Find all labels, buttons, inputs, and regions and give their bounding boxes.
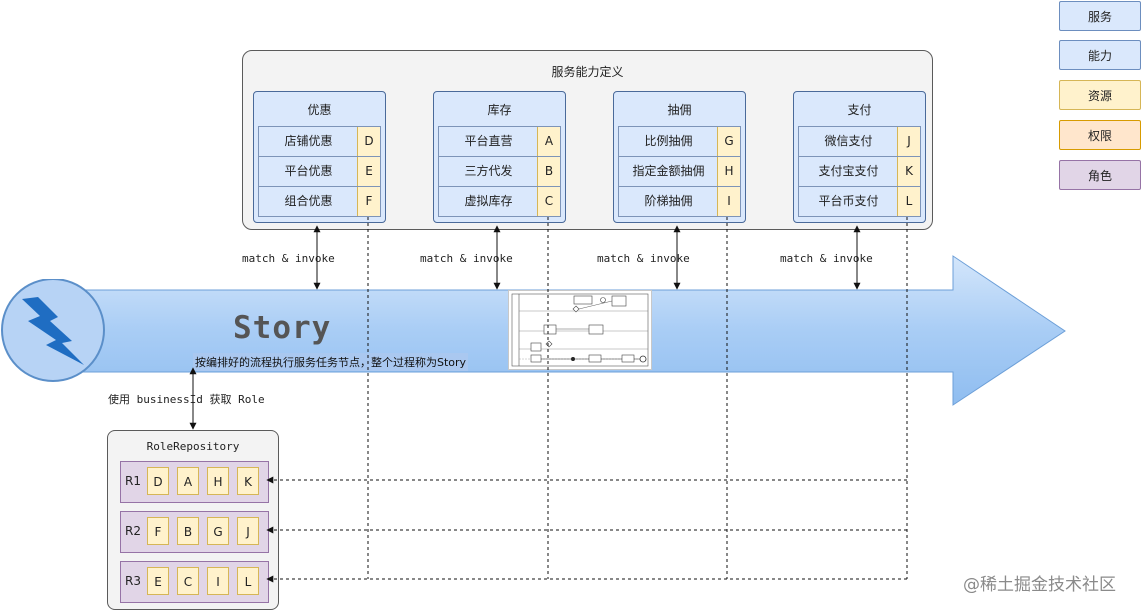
service-card-commission: 抽佣 比例抽佣 G 指定金额抽佣 H 阶梯抽佣 I [613, 91, 746, 223]
legend-role: 角色 [1059, 160, 1141, 190]
bpmn-diagram-image [511, 293, 649, 367]
role-resource: H [207, 467, 229, 495]
role-row-r2: R2 F B G J [120, 511, 269, 553]
role-repository: RoleRepository R1 D A H K R2 F B G J R3 … [107, 430, 279, 610]
legend-permission: 权限 [1059, 120, 1141, 150]
capability-label: 三方代发 [464, 164, 513, 178]
legend-resource: 资源 [1059, 80, 1141, 110]
resource-code: K [897, 157, 920, 186]
capability-label: 支付宝支付 [818, 164, 879, 178]
match-invoke-label: match & invoke [420, 252, 513, 265]
resource-code: D [357, 127, 380, 156]
role-resource: L [237, 567, 259, 595]
role-row-r3: R3 E C I L [120, 561, 269, 603]
resource-code: J [897, 127, 920, 156]
capability-row: 三方代发 B [438, 156, 561, 187]
role-resource: F [147, 517, 169, 545]
legend-service: 服务 [1059, 1, 1141, 31]
role-resource: D [147, 467, 169, 495]
role-row-r1: R1 D A H K [120, 461, 269, 503]
legend-capability: 能力 [1059, 40, 1141, 70]
match-invoke-label: match & invoke [780, 252, 873, 265]
capability-label: 微信支付 [824, 134, 873, 148]
capability-row: 阶梯抽佣 I [618, 186, 741, 217]
container-title: 服务能力定义 [551, 65, 624, 79]
capability-row: 比例抽佣 G [618, 126, 741, 157]
capability-row: 微信支付 J [798, 126, 921, 157]
resource-code: C [537, 187, 560, 216]
capability-label: 虚拟库存 [464, 194, 513, 208]
lightning-bolt-icon [1, 279, 105, 382]
lookup-role-label: 使用 businessId 获取 Role [108, 393, 265, 406]
capability-label: 组合优惠 [284, 194, 333, 208]
role-resource: J [237, 517, 259, 545]
match-invoke-label: match & invoke [242, 252, 335, 265]
capability-row: 组合优惠 F [258, 186, 381, 217]
service-name: 优惠 [307, 103, 332, 117]
capability-label: 阶梯抽佣 [644, 194, 693, 208]
role-id: R2 [125, 524, 141, 538]
service-card-payment: 支付 微信支付 J 支付宝支付 K 平台币支付 L [793, 91, 926, 223]
service-card-discount: 优惠 店铺优惠 D 平台优惠 E 组合优惠 F [253, 91, 386, 223]
story-title: Story [233, 310, 332, 346]
capability-label: 店铺优惠 [284, 134, 333, 148]
repository-title: RoleRepository [146, 440, 240, 453]
service-name: 支付 [847, 103, 872, 117]
resource-code: L [897, 187, 920, 216]
capability-row: 指定金额抽佣 H [618, 156, 741, 187]
capability-label: 比例抽佣 [644, 134, 693, 148]
capability-label: 指定金额抽佣 [632, 164, 705, 178]
role-resource: E [147, 567, 169, 595]
service-name: 抽佣 [667, 103, 692, 117]
service-name: 库存 [487, 103, 512, 117]
service-capability-container: 服务能力定义 优惠 店铺优惠 D 平台优惠 E 组合优惠 F 库存 平台直营 A 三方代… [242, 50, 933, 230]
role-id: R3 [125, 574, 141, 588]
service-card-inventory: 库存 平台直营 A 三方代发 B 虚拟库存 C [433, 91, 566, 223]
resource-code: G [717, 127, 740, 156]
capability-label: 平台直营 [464, 134, 513, 148]
resource-code: A [537, 127, 560, 156]
role-resource: A [177, 467, 199, 495]
role-id: R1 [125, 474, 141, 488]
capability-row: 虚拟库存 C [438, 186, 561, 217]
resource-code: F [357, 187, 380, 216]
role-resource: I [207, 567, 229, 595]
capability-row: 平台直营 A [438, 126, 561, 157]
resource-code: I [717, 187, 740, 216]
story-description: 按编排好的流程执行服务任务节点，整个过程称为Story [193, 353, 469, 371]
capability-row: 店铺优惠 D [258, 126, 381, 157]
capability-row: 平台优惠 E [258, 156, 381, 187]
resource-code: E [357, 157, 380, 186]
capability-label: 平台币支付 [818, 194, 879, 208]
match-invoke-label: match & invoke [597, 252, 690, 265]
role-resource: K [237, 467, 259, 495]
role-resource: C [177, 567, 199, 595]
role-resource: G [207, 517, 229, 545]
role-resource: B [177, 517, 199, 545]
watermark: @稀土掘金技术社区 [963, 575, 1116, 595]
capability-row: 平台币支付 L [798, 186, 921, 217]
bpmn-process-thumbnail [508, 290, 652, 370]
capability-row: 支付宝支付 K [798, 156, 921, 187]
resource-code: B [537, 157, 560, 186]
resource-code: H [717, 157, 740, 186]
capability-label: 平台优惠 [284, 164, 333, 178]
